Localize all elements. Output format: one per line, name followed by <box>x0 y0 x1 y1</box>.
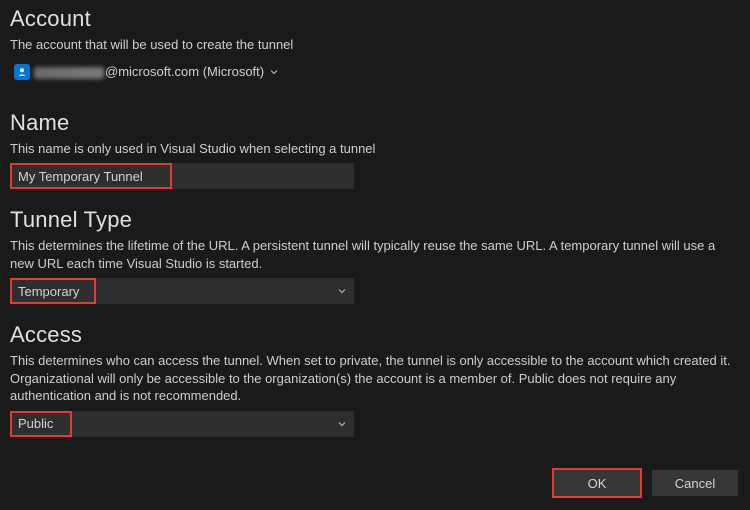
account-display-name: @microsoft.com (Microsoft) <box>34 64 264 79</box>
account-selector[interactable]: @microsoft.com (Microsoft) <box>10 60 284 84</box>
access-select[interactable]: Public <box>10 411 354 437</box>
account-name-redacted <box>34 67 104 79</box>
name-description: This name is only used in Visual Studio … <box>10 140 740 158</box>
tunnel-type-description: This determines the lifetime of the URL.… <box>10 237 740 272</box>
account-suffix: @microsoft.com (Microsoft) <box>105 64 264 79</box>
cancel-button[interactable]: Cancel <box>652 470 738 496</box>
access-title: Access <box>10 322 740 348</box>
access-value: Public <box>18 416 53 431</box>
tunnel-type-value: Temporary <box>18 284 79 299</box>
ok-button[interactable]: OK <box>554 470 640 496</box>
access-description: This determines who can access the tunne… <box>10 352 740 405</box>
tunnel-type-select[interactable]: Temporary <box>10 278 354 304</box>
name-title: Name <box>10 110 740 136</box>
chevron-down-icon <box>338 420 346 428</box>
account-title: Account <box>10 6 740 32</box>
highlight-box: OK <box>552 468 642 498</box>
account-badge-icon <box>14 64 30 80</box>
account-description: The account that will be used to create … <box>10 36 740 54</box>
chevron-down-icon <box>270 68 278 76</box>
tunnel-type-title: Tunnel Type <box>10 207 740 233</box>
tunnel-name-input[interactable] <box>10 163 354 189</box>
dialog-footer: OK Cancel <box>552 468 738 498</box>
chevron-down-icon <box>338 287 346 295</box>
